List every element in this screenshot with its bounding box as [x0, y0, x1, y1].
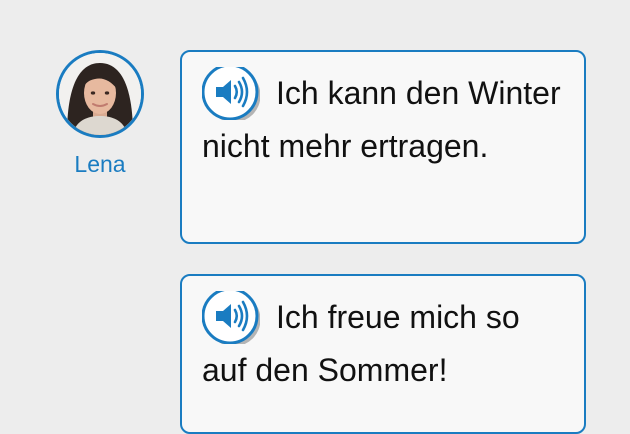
speaker-name: Lena	[74, 151, 126, 177]
speaker-profile: Lena	[56, 50, 144, 178]
play-audio-button[interactable]	[202, 67, 260, 120]
message-bubble: Ich kann den Winter nicht mehr ertragen.	[180, 50, 586, 244]
avatar-portrait-icon	[59, 53, 141, 135]
play-audio-button[interactable]	[202, 291, 260, 344]
message-bubble: Ich freue mich so auf den Sommer!	[180, 274, 586, 434]
avatar	[56, 50, 144, 138]
speaker-volume-icon	[202, 67, 260, 120]
speaker-volume-icon	[202, 291, 260, 344]
